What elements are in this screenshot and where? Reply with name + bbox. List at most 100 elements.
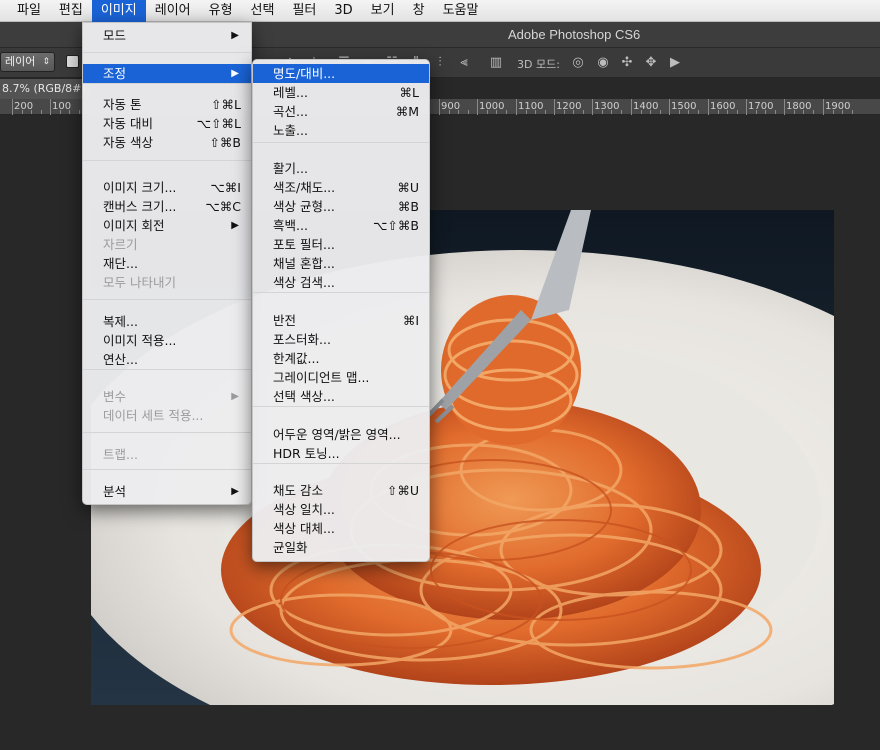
menu-separator	[253, 406, 429, 407]
auto-select-checkbox[interactable]	[66, 55, 79, 68]
submenu-arrow-icon: ▶	[231, 30, 239, 41]
image-menu-item[interactable]: 복제...	[83, 312, 251, 331]
menu-item-label: 캔버스 크기...	[103, 199, 177, 214]
ruler-minor-tick	[69, 110, 71, 114]
submenu-arrow-icon: ▶	[231, 220, 239, 231]
image-menu-item[interactable]: 재단...	[83, 254, 251, 273]
apple-menu-icon[interactable]	[0, 0, 8, 22]
adjustments-menu-item[interactable]: 채널 혼합...	[253, 254, 429, 273]
auto-align-icon[interactable]: ▥	[488, 55, 504, 71]
ruler-tick	[784, 99, 785, 115]
adjustments-menu-item[interactable]: 색조/채도... ⌘U	[253, 178, 429, 197]
menu-item-label: 색상 균형...	[273, 199, 335, 214]
menu-item-label: 포스터화...	[273, 332, 331, 347]
menu-item-label: 채도 감소	[273, 483, 323, 498]
image-menu-item[interactable]: 이미지 크기... ⌥⌘I	[83, 178, 251, 197]
adjustments-menu-item[interactable]: 그레이디언트 맵...	[253, 368, 429, 387]
ruler-minor-tick	[736, 110, 738, 114]
ruler-minor-tick	[582, 110, 584, 114]
image-menu-item[interactable]: 연산...	[83, 350, 251, 369]
adjustments-menu-item[interactable]: HDR 토닝...	[253, 444, 429, 463]
menu-separator	[83, 83, 251, 84]
image-menu-item[interactable]: 자동 색상 ⇧⌘B	[83, 133, 251, 152]
menu-item-shortcut: ⌥⇧⌘L	[196, 116, 241, 131]
ruler-tick	[823, 99, 824, 115]
adjustments-menu-item[interactable]: 색상 대체...	[253, 519, 429, 538]
image-menu-item[interactable]: 자동 대비 ⌥⇧⌘L	[83, 114, 251, 133]
ruler-minor-tick	[611, 110, 613, 114]
ruler-tick-label: 1500	[671, 101, 697, 112]
menubar-item-8[interactable]: 보기	[362, 0, 404, 22]
menu-item-shortcut: ⌥⌘I	[210, 180, 241, 195]
menu-item-shortcut: ⌘I	[402, 313, 419, 328]
distribute-hcenter-icon[interactable]: ⫶	[432, 55, 448, 71]
menu-separator	[83, 52, 251, 53]
menubar-item-1[interactable]: 편집	[50, 0, 92, 22]
menubar-item-10[interactable]: 도움말	[434, 0, 488, 22]
image-menu-item[interactable]: 조정 ▶	[83, 64, 251, 83]
adjustments-menu-item[interactable]: 노출...	[253, 121, 429, 140]
ruler-minor-tick	[755, 110, 757, 114]
adjustments-menu-item[interactable]: 레벨... ⌘L	[253, 83, 429, 102]
menubar-item-9[interactable]: 창	[404, 0, 434, 22]
menubar-item-6[interactable]: 필터	[283, 0, 325, 22]
menu-separator	[83, 469, 251, 470]
image-menu-item[interactable]: 분석 ▶	[83, 482, 251, 501]
chevron-updown-icon: ⇕	[42, 57, 50, 67]
adjustments-menu-item[interactable]: 채도 감소 ⇧⌘U	[253, 481, 429, 500]
adjustments-menu-item[interactable]: 어두운 영역/밝은 영역...	[253, 425, 429, 444]
image-menu-item[interactable]: 이미지 적용...	[83, 331, 251, 350]
menu-item-label: 자동 색상	[103, 135, 153, 150]
distribute-right-icon[interactable]: ⫷	[456, 55, 472, 71]
adjustments-menu-item[interactable]: 균일화	[253, 538, 429, 557]
menu-separator	[83, 369, 251, 370]
ruler-tick-label: 1300	[594, 101, 620, 112]
menu-separator	[253, 292, 429, 293]
adjustments-menu-item[interactable]: 반전 ⌘I	[253, 311, 429, 330]
ruler-minor-tick	[467, 110, 469, 114]
menu-item-label: 이미지 적용...	[103, 333, 177, 348]
adjustments-menu-item[interactable]: 한계값...	[253, 349, 429, 368]
menu-item-label: 한계값...	[273, 351, 320, 366]
adjustments-menu-item[interactable]: 포토 필터...	[253, 235, 429, 254]
menu-item-shortcut: ⇧⌘U	[386, 483, 419, 498]
ruler-tick	[631, 99, 632, 115]
3d-roll-icon[interactable]: ◉	[595, 55, 611, 71]
submenu-arrow-icon: ▶	[231, 68, 239, 79]
image-menu: 모드 ▶ 조정 ▶ 자동 톤 ⇧⌘L 자동 대비 ⌥⇧⌘L 자동 색상 ⇧⌘B 이미지 크기... ⌥…	[82, 22, 252, 505]
menubar-item-2[interactable]: 이미지	[91, 0, 146, 22]
ruler-minor-tick	[640, 110, 642, 114]
layer-select[interactable]: 레이어 ⇕	[0, 52, 55, 72]
ruler-minor-tick	[688, 110, 690, 114]
menubar-item-7[interactable]: 3D	[325, 0, 361, 22]
3d-rotate-icon[interactable]: ◎	[570, 55, 586, 71]
adjustments-menu-item[interactable]: 색상 균형... ⌘B	[253, 197, 429, 216]
3d-scale-icon[interactable]: ▶	[667, 55, 683, 71]
adjustments-menu-item[interactable]: 색상 일치...	[253, 500, 429, 519]
adjustments-menu-item[interactable]: 선택 색상...	[253, 387, 429, 406]
menubar-item-3[interactable]: 레이어	[146, 0, 200, 22]
menu-item-shortcut: ⌘L	[399, 85, 419, 100]
3d-pan-icon[interactable]: ✣	[619, 55, 635, 71]
menu-item-label: 변수	[103, 389, 127, 404]
image-menu-item[interactable]: 모드 ▶	[83, 26, 251, 45]
adjustments-menu-item[interactable]: 곡선... ⌘M	[253, 102, 429, 121]
adjustments-menu-item[interactable]: 명도/대비...	[253, 64, 429, 83]
adjustments-menu-item[interactable]: 색상 검색...	[253, 273, 429, 292]
adjustments-menu-item[interactable]: 흑백... ⌥⇧⌘B	[253, 216, 429, 235]
menubar-item-5[interactable]: 선택	[242, 0, 284, 22]
ruler-minor-tick	[659, 110, 661, 114]
image-menu-item[interactable]: 자동 톤 ⇧⌘L	[83, 95, 251, 114]
adjustments-menu-item[interactable]: 활기...	[253, 159, 429, 178]
image-menu-item[interactable]: 캔버스 크기... ⌥⌘C	[83, 197, 251, 216]
menubar-item-0[interactable]: 파일	[8, 0, 50, 22]
ruler-tick-label: 1600	[710, 101, 736, 112]
document-tab[interactable]: 8.7% (RGB/8#)	[0, 79, 90, 99]
menu-item-label: HDR 토닝...	[273, 446, 340, 461]
3d-slide-icon[interactable]: ✥	[643, 55, 659, 71]
menu-item-label: 재단...	[103, 256, 138, 271]
menubar-item-4[interactable]: 유형	[200, 0, 242, 22]
image-menu-item[interactable]: 이미지 회전 ▶	[83, 216, 251, 235]
menu-item-label: 자동 대비	[103, 116, 153, 131]
adjustments-menu-item[interactable]: 포스터화...	[253, 330, 429, 349]
